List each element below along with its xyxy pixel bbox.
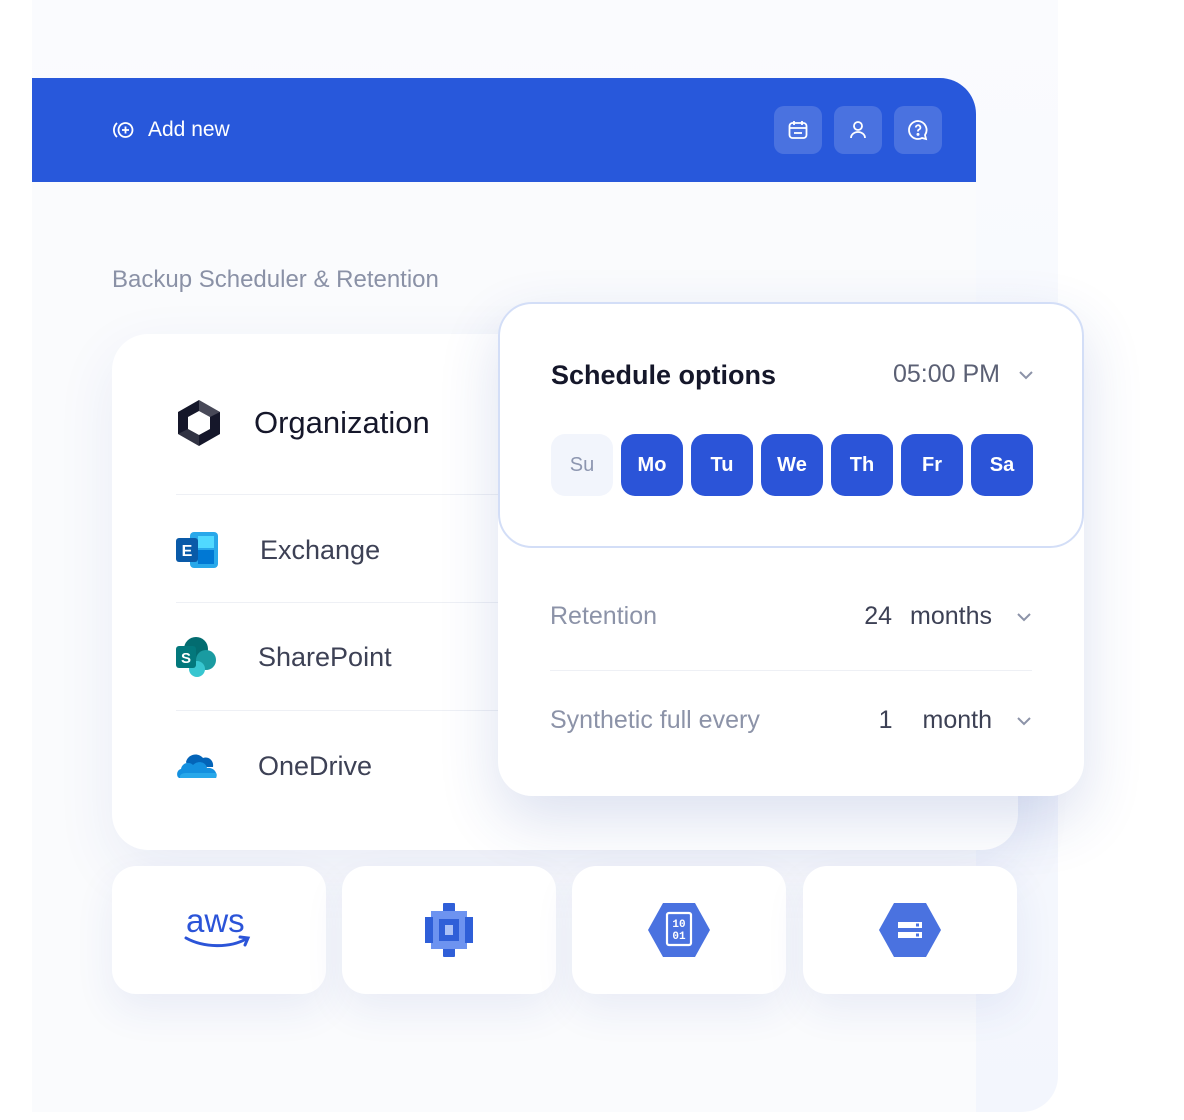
schedule-panel: Schedule options 05:00 PM Su Mo Tu We Th…: [498, 302, 1084, 796]
day-toggle-th[interactable]: Th: [831, 434, 893, 496]
service-label-exchange: Exchange: [260, 534, 381, 565]
top-header: Add new: [32, 78, 976, 182]
service-row-onedrive[interactable]: OneDrive: [176, 748, 372, 784]
storage-tile-binary[interactable]: 10 01: [572, 866, 786, 994]
time-dropdown[interactable]: 05:00 PM: [893, 360, 1034, 389]
chevron-down-icon: [1019, 370, 1033, 379]
section-title: Backup Scheduler & Retention: [112, 266, 439, 293]
svg-text:10: 10: [672, 919, 685, 931]
sharepoint-icon: S: [176, 637, 216, 677]
chevron-down-icon: [1017, 716, 1031, 725]
help-button[interactable]: [894, 106, 942, 154]
storage-tile-aws[interactable]: aws: [112, 866, 326, 994]
chevron-down-icon: [1017, 612, 1031, 621]
add-new-label: Add new: [148, 118, 230, 141]
svg-text:S: S: [181, 650, 191, 667]
storage-tile-azure[interactable]: [342, 866, 556, 994]
microsoft365-icon: [178, 400, 220, 446]
synthetic-value: 1: [878, 706, 893, 734]
synthetic-unit: month: [922, 706, 992, 734]
storage-tile-server[interactable]: [803, 866, 1017, 994]
synthetic-dropdown[interactable]: 1 month: [879, 706, 1032, 735]
schedule-options-card: Schedule options 05:00 PM Su Mo Tu We Th…: [498, 302, 1084, 548]
help-icon: [908, 120, 928, 141]
day-toggle-tu[interactable]: Tu: [691, 434, 753, 496]
divider: [550, 670, 1032, 671]
divider: [176, 494, 536, 495]
retention-row: Retention 24 months: [550, 602, 1032, 631]
azure-storage-icon: [425, 903, 473, 957]
synthetic-label: Synthetic full every: [550, 706, 760, 734]
retention-label: Retention: [550, 602, 658, 630]
time-value: 05:00 PM: [892, 360, 1000, 388]
exchange-icon: E: [176, 532, 218, 568]
calendar-icon: [788, 121, 808, 139]
service-row-sharepoint[interactable]: S SharePoint: [176, 636, 392, 678]
service-label-onedrive: OneDrive: [258, 750, 373, 781]
service-row-exchange[interactable]: E Exchange: [176, 530, 380, 570]
add-new-button[interactable]: Add new: [112, 118, 230, 142]
aws-logo: aws: [184, 902, 254, 958]
binary-storage-icon: 10 01: [648, 903, 710, 957]
day-toggle-mo[interactable]: Mo: [621, 434, 683, 496]
aws-smile-icon: [184, 935, 251, 948]
day-toggle-we[interactable]: We: [761, 434, 823, 496]
user-icon: [850, 121, 866, 139]
day-selector: Su Mo Tu We Th Fr Sa: [551, 434, 1033, 496]
retention-unit: months: [910, 602, 992, 630]
add-new-icon: [113, 122, 134, 138]
divider: [176, 602, 536, 603]
storage-server-icon: [879, 903, 941, 957]
organization-row: Organization: [176, 398, 430, 448]
day-toggle-su[interactable]: Su: [551, 434, 613, 496]
onedrive-icon: [177, 754, 217, 778]
schedule-title: Schedule options: [551, 360, 777, 390]
service-label-sharepoint: SharePoint: [258, 641, 392, 672]
divider: [176, 710, 536, 711]
day-toggle-fr[interactable]: Fr: [901, 434, 963, 496]
svg-text:E: E: [182, 543, 193, 560]
calendar-button[interactable]: [774, 106, 822, 154]
day-toggle-sa[interactable]: Sa: [971, 434, 1033, 496]
synthetic-row: Synthetic full every 1 month: [550, 706, 1032, 735]
retention-dropdown[interactable]: 24 months: [864, 602, 1032, 631]
user-button[interactable]: [834, 106, 882, 154]
retention-value: 24: [864, 602, 893, 630]
organization-title: Organization: [254, 405, 430, 440]
svg-text:01: 01: [672, 931, 686, 943]
